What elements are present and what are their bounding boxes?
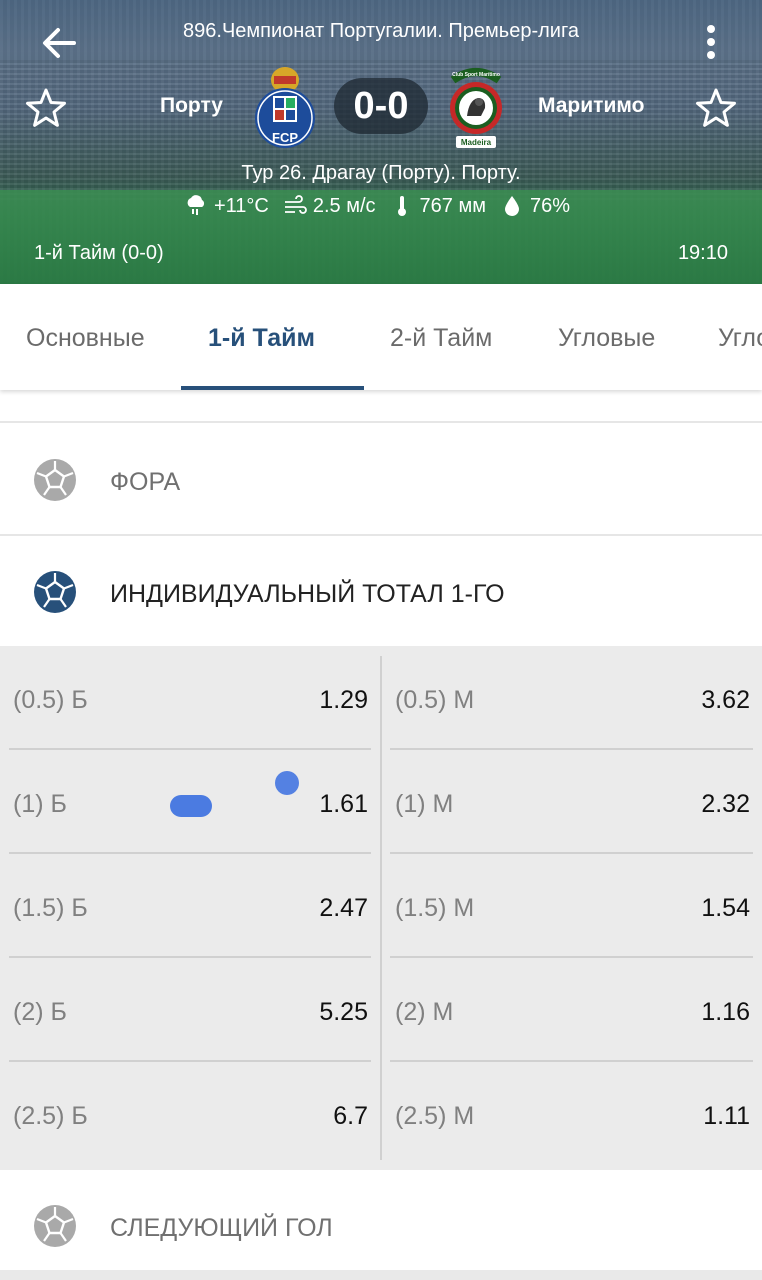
section-handicap[interactable]: ФОРА <box>0 424 762 536</box>
odds-row: (2) Б 5.25 (2) М 1.16 <box>0 958 762 1062</box>
thermometer-icon <box>390 194 414 218</box>
over-label: (0.5) Б <box>13 686 88 714</box>
under-value: 1.11 <box>703 1102 750 1130</box>
star-outline-icon <box>26 88 66 127</box>
wind-value: 2.5 м/с <box>312 194 376 217</box>
odds-row: (0.5) Б 1.29 (0.5) М 3.62 <box>0 646 762 750</box>
svg-text:Club Sport Marítimo: Club Sport Marítimo <box>452 72 500 78</box>
soccer-ball-icon <box>34 571 76 613</box>
more-vert-icon <box>707 25 715 33</box>
cloud-rain-icon <box>184 194 208 218</box>
tab-first-half[interactable]: 1-й Тайм <box>208 324 315 353</box>
odds-over-cell[interactable]: (1.5) Б 2.47 <box>0 854 380 958</box>
match-header: 896.Чемпионат Португалии. Премьер-лига П… <box>0 0 762 284</box>
under-label: (1) М <box>395 790 454 818</box>
over-value: 1.61 <box>319 790 368 818</box>
over-label: (1.5) Б <box>13 894 88 922</box>
soccer-ball-icon <box>34 1205 76 1247</box>
soccer-ball-icon <box>34 459 76 501</box>
under-label: (0.5) М <box>395 686 475 714</box>
temperature-value: +11°C <box>213 194 269 217</box>
under-label: (1.5) М <box>395 894 475 922</box>
arrow-left-icon <box>43 28 76 58</box>
odds-under-cell[interactable]: (2.5) М 1.11 <box>386 1062 762 1166</box>
odds-under-cell[interactable]: (2) М 1.16 <box>386 958 762 1062</box>
over-label: (2.5) Б <box>13 1102 88 1130</box>
tab-second-half[interactable]: 2-й Тайм <box>390 324 492 353</box>
wind-icon <box>283 194 307 218</box>
section-title: ФОРА <box>110 468 181 496</box>
odds-over-cell[interactable]: (2.5) Б 6.7 <box>0 1062 380 1166</box>
over-label: (1) Б <box>13 790 67 818</box>
svg-text:Madeira: Madeira <box>461 138 492 147</box>
weather-bar: +11°C 2.5 м/с 767 мм 76% <box>0 194 762 218</box>
over-value: 1.29 <box>319 686 368 714</box>
odds-row: (2.5) Б 6.7 (2.5) М 1.11 <box>0 1062 762 1166</box>
home-team-logo: FCP <box>252 64 318 150</box>
odds-table: (0.5) Б 1.29 (0.5) М 3.62 (1) Б 1.61 (1)… <box>0 646 762 1170</box>
divider <box>0 421 762 423</box>
more-menu-button[interactable] <box>700 22 722 64</box>
bottom-strip <box>0 1270 762 1280</box>
over-label: (2) Б <box>13 998 67 1026</box>
svg-text:FCP: FCP <box>272 130 298 145</box>
section-title: СЛЕДУЮЩИЙ ГОЛ <box>110 1214 333 1242</box>
odds-under-cell[interactable]: (0.5) М 3.62 <box>386 646 762 750</box>
under-label: (2.5) М <box>395 1102 475 1130</box>
droplet-icon <box>500 194 524 218</box>
over-value: 2.47 <box>319 894 368 922</box>
back-button[interactable] <box>38 22 80 64</box>
odds-row: (1) Б 1.61 (1) М 2.32 <box>0 750 762 854</box>
section-title: ИНДИВИДУАЛЬНЫЙ ТОТАЛ 1-ГО <box>110 580 505 608</box>
section-individual-total[interactable]: ИНДИВИДУАЛЬНЫЙ ТОТАЛ 1-ГО <box>0 536 762 648</box>
odds-over-cell[interactable]: (2) Б 5.25 <box>0 958 380 1062</box>
favorite-home-button[interactable] <box>24 86 68 130</box>
favorite-away-button[interactable] <box>694 86 738 130</box>
humidity-value: 76% <box>529 194 571 217</box>
under-value: 2.32 <box>701 790 750 818</box>
touch-indicator <box>170 795 212 817</box>
odds-under-cell[interactable]: (1) М 2.32 <box>386 750 762 854</box>
match-score: 0-0 <box>334 78 428 134</box>
odds-under-cell[interactable]: (1.5) М 1.54 <box>386 854 762 958</box>
tab-corners-2[interactable]: Угловые <box>718 324 762 353</box>
period-status: 1-й Тайм (0-0) <box>34 242 164 264</box>
tab-corners[interactable]: Угловые <box>558 324 655 353</box>
star-outline-icon <box>696 88 736 127</box>
under-value: 1.16 <box>701 998 750 1026</box>
section-next-goal[interactable]: СЛЕДУЮЩИЙ ГОЛ <box>0 1172 762 1272</box>
over-value: 6.7 <box>333 1102 368 1130</box>
under-value: 1.54 <box>701 894 750 922</box>
away-team-name[interactable]: Маритимо <box>538 94 644 118</box>
tab-bar: Основные 1-й Тайм 2-й Тайм Угловые Углов… <box>0 284 762 390</box>
under-value: 3.62 <box>701 686 750 714</box>
league-title: 896.Чемпионат Португалии. Премьер-лига <box>183 20 579 42</box>
under-label: (2) М <box>395 998 454 1026</box>
tab-main[interactable]: Основные <box>26 324 145 353</box>
odds-over-cell[interactable]: (0.5) Б 1.29 <box>0 646 380 750</box>
touch-indicator <box>275 771 299 795</box>
home-team-name[interactable]: Порту <box>160 94 223 118</box>
over-value: 5.25 <box>319 998 368 1026</box>
away-team-logo: Club Sport Marítimo Madeira <box>443 64 509 150</box>
match-time: 19:10 <box>677 242 728 264</box>
pressure-value: 767 мм <box>419 194 486 217</box>
round-info: Тур 26. Драгау (Порту). Порту. <box>241 162 521 184</box>
active-tab-indicator <box>181 386 364 390</box>
odds-row: (1.5) Б 2.47 (1.5) М 1.54 <box>0 854 762 958</box>
